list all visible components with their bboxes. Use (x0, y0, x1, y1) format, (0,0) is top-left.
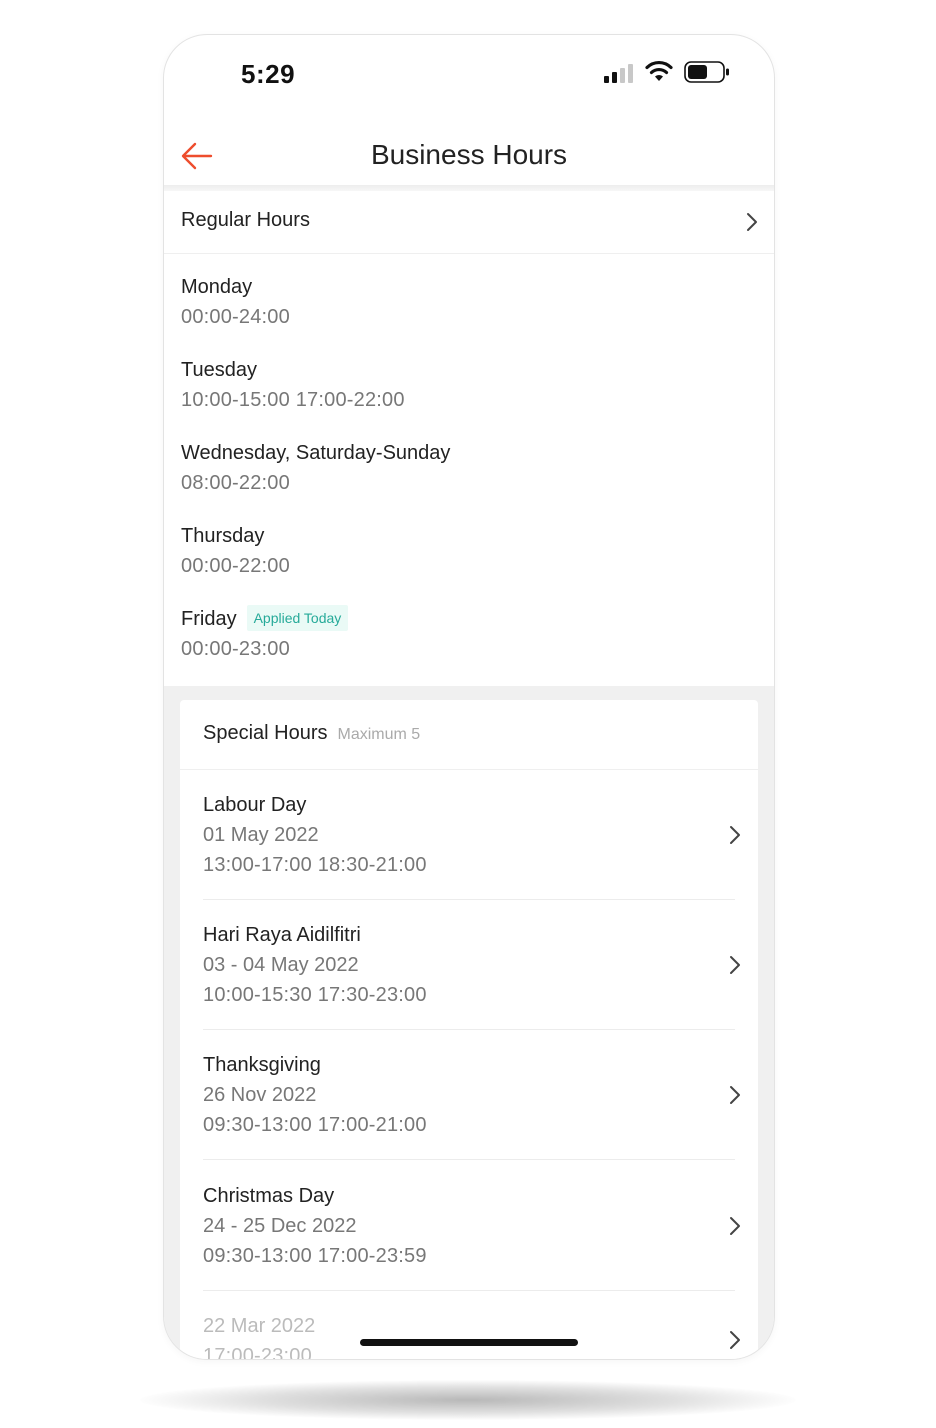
special-name: Christmas Day (203, 1185, 335, 1207)
chevron-right-icon (730, 826, 740, 844)
special-hours: 10:00-15:30 17:30-23:00 (203, 984, 427, 1006)
day-friday: Friday Applied Today 00:00-23:00 (181, 604, 349, 664)
applied-today-badge: Applied Today (246, 604, 349, 631)
day-name: Thursday (181, 525, 265, 547)
day-hours: 08:00-22:00 (181, 472, 290, 494)
divider (203, 1290, 735, 1291)
day-wednesday-saturday-sunday: Wednesday, Saturday-Sunday 08:00-22:00 (181, 438, 450, 498)
special-date: 24 - 25 Dec 2022 (203, 1215, 357, 1237)
day-monday: Monday 00:00-24:00 (181, 272, 290, 332)
chevron-right-icon (747, 213, 757, 231)
special-date: 03 - 04 May 2022 (203, 954, 359, 976)
day-name: Wednesday, Saturday-Sunday (181, 442, 451, 464)
special-hours-header: Special Hours Maximum 5 (180, 700, 758, 770)
day-name-row: Friday Applied Today (181, 604, 349, 634)
chevron-right-icon (730, 1086, 740, 1104)
day-thursday: Thursday 00:00-22:00 (181, 521, 290, 581)
chevron-right-icon (730, 1217, 740, 1235)
special-hours-title-row: Special Hours Maximum 5 (203, 722, 420, 745)
chevron-right-icon (730, 956, 740, 974)
day-hours: 00:00-24:00 (181, 306, 290, 328)
special-date: 26 Nov 2022 (203, 1084, 317, 1106)
regular-hours-header[interactable]: Regular Hours (164, 191, 774, 254)
divider (203, 1159, 735, 1160)
special-hours-limit: Maximum 5 (337, 726, 421, 743)
day-name: Monday (181, 276, 253, 298)
wifi-icon (645, 60, 673, 81)
page-title: Business Hours (370, 139, 568, 170)
special-hours-item[interactable]: Hari Raya Aidilfitri 03 - 04 May 2022 10… (180, 900, 758, 1030)
day-hours: 10:00-15:00 17:00-22:00 (181, 389, 405, 411)
day-hours: 00:00-23:00 (181, 638, 290, 660)
home-indicator[interactable] (360, 1339, 578, 1346)
device-shadow (140, 1380, 796, 1420)
day-tuesday: Tuesday 10:00-15:00 17:00-22:00 (181, 355, 405, 415)
special-hours-item[interactable]: 22 Mar 2022 17:00-23:00 (180, 1301, 758, 1360)
special-hours-title: Special Hours (203, 722, 328, 744)
navigation-bar: Business Hours (164, 125, 774, 186)
special-hours-item[interactable]: Christmas Day 24 - 25 Dec 2022 09:30-13:… (180, 1161, 758, 1291)
special-hours-item[interactable]: Labour Day 01 May 2022 13:00-17:00 18:30… (180, 770, 758, 900)
special-name: Labour Day (203, 794, 307, 816)
day-name: Friday (181, 608, 237, 630)
special-hours: 09:30-13:00 17:00-21:00 (203, 1114, 427, 1136)
special-date: 22 Mar 2022 (203, 1315, 316, 1337)
special-name: Hari Raya Aidilfitri (203, 924, 361, 946)
cellular-signal-icon (604, 63, 636, 83)
special-hours-card: Special Hours Maximum 5 Labour Day 01 May… (180, 700, 758, 1360)
chevron-right-icon (730, 1331, 740, 1349)
special-hours: 09:30-13:00 17:00-23:59 (203, 1245, 427, 1267)
special-date: 01 May 2022 (203, 824, 319, 846)
special-hours: 13:00-17:00 18:30-21:00 (203, 854, 427, 876)
phone-screen: 5:29 Business Hours Regular Hours Monday… (163, 34, 775, 1360)
special-name: Thanksgiving (203, 1054, 321, 1076)
regular-hours-title: Regular Hours (181, 209, 310, 231)
special-hours: 17:00-23:00 (203, 1345, 312, 1360)
status-time: 5:29 (241, 59, 296, 89)
day-name: Tuesday (181, 359, 257, 381)
battery-icon (684, 61, 729, 83)
status-bar: 5:29 (164, 35, 774, 111)
day-hours: 00:00-22:00 (181, 555, 290, 577)
special-hours-item[interactable]: Thanksgiving 26 Nov 2022 09:30-13:00 17:… (180, 1030, 758, 1160)
